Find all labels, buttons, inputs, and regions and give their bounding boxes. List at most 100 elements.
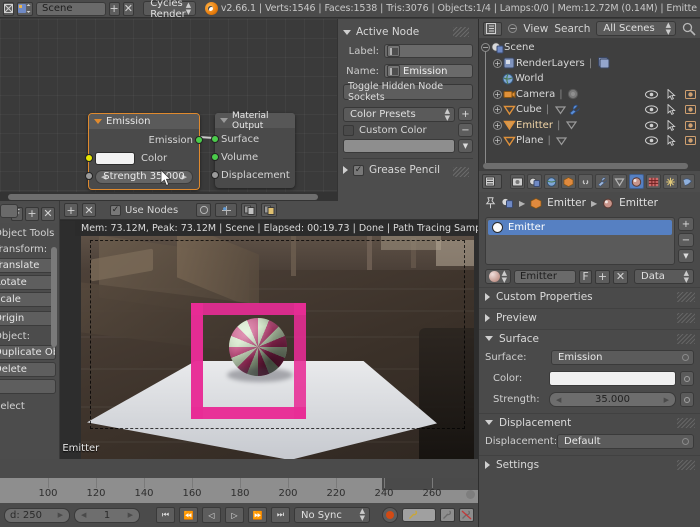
socket-input-strength[interactable] [85, 172, 93, 180]
data-tab[interactable] [612, 174, 627, 189]
backdrop-2-icon[interactable] [261, 203, 278, 217]
expand-toggle[interactable]: + [493, 105, 502, 115]
slider-right-arrow-icon[interactable]: ▶ [664, 396, 669, 404]
material-browse-dropdown[interactable]: ▲ ▼ [485, 269, 511, 284]
jump-to-start-button[interactable]: ⏮ [156, 507, 175, 523]
pin-icon[interactable] [485, 197, 496, 209]
outliner-row-toggles[interactable] [645, 104, 696, 116]
expand-toggle[interactable]: + [493, 120, 502, 130]
material-icon[interactable] [602, 198, 614, 209]
cursor-arrow-icon[interactable] [667, 119, 676, 131]
node-strength-slider[interactable]: ◀ Strength 35.000 ▶ [95, 169, 193, 184]
node-emission-header[interactable]: Emission [89, 114, 199, 129]
viewport-canvas[interactable]: Mem: 73.12M, Peak: 73.12M | Scene | Elap… [0, 221, 478, 460]
custom-color-row[interactable]: Custom Color [343, 125, 455, 136]
slider-right-arrow-icon[interactable]: ▶ [182, 173, 187, 181]
toggle-hidden-node-sockets-button[interactable]: Toggle Hidden Node Sockets [343, 81, 473, 103]
outliner-row-toggles[interactable] [645, 88, 696, 100]
timeline-editor[interactable]: 100 120 140 160 180 200 220 240 260 d: 2… [0, 459, 478, 527]
datablock-link-dropdown[interactable]: Data ▲ ▼ [634, 269, 694, 284]
outliner-menu-search[interactable]: Search [554, 23, 590, 35]
mesh-data-icon[interactable] [555, 134, 569, 147]
eye-icon[interactable] [645, 90, 658, 99]
node-editor-hscrollbar[interactable] [0, 192, 337, 201]
socket-input-surface[interactable] [211, 135, 219, 143]
panel-open-triangle-icon[interactable] [485, 420, 493, 425]
material-name-field[interactable]: Emitter [514, 269, 576, 284]
jump-next-keyframe-button[interactable]: ⏩ [248, 507, 267, 523]
panel-surface[interactable]: Surface [479, 329, 700, 347]
add-material-button[interactable]: + [64, 203, 78, 217]
outliner-display-mode-dropdown[interactable]: All Scenes ▲ ▼ [596, 21, 676, 36]
outliner-row-toggles[interactable] [645, 135, 696, 147]
displacement-dropdown[interactable]: Default [557, 434, 694, 449]
modifier-wrench-icon[interactable] [567, 103, 581, 116]
preset-menu-button[interactable]: ▼ [458, 139, 473, 153]
record-icon[interactable] [382, 507, 398, 523]
link-icon[interactable] [440, 508, 455, 522]
camera-render-icon[interactable] [685, 135, 696, 146]
camera-render-icon[interactable] [685, 120, 696, 131]
outliner-hscrollbar[interactable] [483, 163, 688, 169]
tool-origin-button[interactable]: Origin [0, 311, 56, 326]
render-tab[interactable] [510, 174, 525, 189]
strength-animate-button[interactable] [680, 392, 694, 407]
outliner-row-cube[interactable]: + Cube | [479, 102, 700, 118]
expand-toggle[interactable]: + [493, 136, 502, 146]
cursor-arrow-icon[interactable] [667, 135, 676, 147]
particles-tab[interactable] [663, 174, 678, 189]
physics-tab[interactable] [680, 174, 695, 189]
properties-editor[interactable]: ▶ Emitter ▶ Emitter Emitter + − ▼ ▲ ▼ Em… [478, 171, 700, 527]
socket-output-emission[interactable] [195, 136, 203, 144]
timeline-scroll-handle[interactable] [466, 490, 475, 499]
tool-duplicate-objects-button[interactable]: Duplicate Objects [0, 345, 56, 360]
use-nodes-toggle[interactable]: ✓ Use Nodes [110, 204, 178, 216]
socket-input-color[interactable] [85, 154, 93, 162]
color-presets-dropdown[interactable]: Color Presets ▲ ▼ [343, 107, 455, 122]
node-label-input[interactable] [384, 44, 473, 58]
object-icon[interactable] [530, 197, 542, 209]
backdrop-icon[interactable] [241, 203, 258, 217]
panel-closed-triangle-icon[interactable] [343, 166, 348, 174]
panel-displacement[interactable]: Displacement [479, 413, 700, 431]
screen-layout-icon[interactable] [17, 1, 33, 16]
remove-scene-button[interactable]: ✕ [122, 1, 134, 16]
camera-render-icon[interactable] [685, 89, 696, 100]
socket-input-displacement[interactable] [211, 171, 219, 179]
slider-left-arrow-icon[interactable]: ◀ [556, 396, 561, 404]
scene-icon[interactable] [501, 197, 514, 209]
snap-element-dropdown[interactable] [215, 203, 238, 217]
use-nodes-checkbox[interactable]: ✓ [110, 204, 121, 216]
slider-right-arrow-icon[interactable]: ▶ [58, 511, 63, 519]
unlink-material-button[interactable]: ✕ [82, 203, 96, 217]
slider-left-arrow-icon[interactable]: ◀ [101, 173, 106, 181]
mesh-data-icon[interactable] [564, 119, 578, 132]
camera-render-icon[interactable] [685, 104, 696, 115]
collapse-triangle-icon[interactable] [94, 119, 102, 124]
world-tab[interactable] [544, 174, 559, 189]
slot-menu-button[interactable]: ▼ [678, 249, 694, 263]
expand-toggle[interactable]: + [493, 58, 502, 68]
collapse-triangle-icon[interactable] [220, 118, 228, 123]
add-preset-button[interactable]: + [458, 107, 473, 121]
node-output-emission[interactable]: Emission [95, 133, 203, 148]
tool-delete-button[interactable]: Delete [0, 362, 56, 377]
add-slot-button[interactable]: + [678, 217, 694, 231]
mesh-data-icon[interactable] [553, 103, 567, 116]
timeline-ruler[interactable]: 100 120 140 160 180 200 220 240 260 [0, 478, 478, 503]
render-engine-dropdown[interactable]: Cycles Render ▲ ▼ [143, 0, 197, 20]
material-tab[interactable] [629, 174, 644, 189]
magnifier-icon[interactable] [682, 22, 696, 36]
jump-to-end-button[interactable]: ⏭ [271, 507, 290, 523]
close-icon[interactable] [3, 1, 14, 16]
panel-settings[interactable]: Settings [479, 455, 700, 473]
collapse-menus-icon[interactable]: − [508, 24, 518, 33]
remove-preset-button[interactable]: − [458, 123, 473, 137]
node-emission[interactable]: Emission Emission Color ◀ Strength 35.00… [85, 113, 203, 190]
grease-pencil-panel-header[interactable]: ✓ Grease Pencil [343, 164, 473, 177]
jump-prev-keyframe-button[interactable]: ⏪ [179, 507, 198, 523]
material-slot-row[interactable]: Emitter [488, 220, 672, 235]
expand-toggle[interactable]: − [481, 43, 490, 53]
add-button[interactable]: + [25, 206, 39, 221]
sync-mode-dropdown[interactable]: No Sync ▲ ▼ [294, 507, 370, 523]
